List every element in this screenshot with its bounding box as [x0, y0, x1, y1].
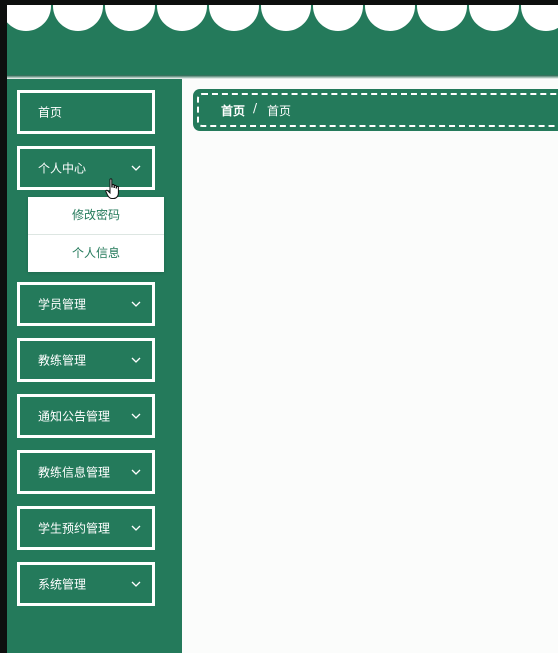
top-header — [7, 0, 558, 75]
sidebar-item-system[interactable]: 系统管理 — [17, 562, 155, 606]
chevron-down-icon — [131, 525, 141, 531]
submenu-personal-center: 修改密码 个人信息 — [28, 197, 164, 272]
sidebar-item-label: 首页 — [38, 105, 63, 120]
sidebar-item-home[interactable]: 首页 — [17, 90, 155, 134]
sidebar-item-label: 个人中心 — [38, 161, 87, 176]
header-scallop-decoration — [7, 0, 558, 31]
chevron-down-icon — [131, 581, 141, 587]
sidebar-item-coach-info[interactable]: 教练信息管理 — [17, 450, 155, 494]
breadcrumb-separator: / — [253, 101, 258, 115]
sidebar-item-label: 学员管理 — [38, 297, 87, 312]
submenu-item-change-password[interactable]: 修改密码 — [28, 197, 164, 234]
sidebar-item-label: 通知公告管理 — [38, 409, 111, 424]
chevron-down-icon — [131, 165, 141, 171]
window-left-edge — [0, 0, 7, 653]
sidebar-item-notices[interactable]: 通知公告管理 — [17, 394, 155, 438]
breadcrumb-dashed-border — [197, 93, 558, 127]
sidebar-item-label: 教练信息管理 — [38, 465, 111, 480]
sidebar-item-personal-center[interactable]: 个人中心 — [17, 146, 155, 190]
chevron-down-icon — [131, 357, 141, 363]
hand-pointer-icon — [105, 178, 119, 199]
sidebar-item-label: 学生预约管理 — [38, 521, 111, 536]
breadcrumb: 首页 / 首页 — [193, 89, 558, 131]
sidebar-item-reservations[interactable]: 学生预约管理 — [17, 506, 155, 550]
breadcrumb-home-link[interactable]: 首页 — [221, 102, 245, 119]
sidebar-item-coaches[interactable]: 教练管理 — [17, 338, 155, 382]
sidebar-item-label: 教练管理 — [38, 353, 87, 368]
sidebar-item-label: 系统管理 — [38, 577, 87, 592]
sidebar-item-students[interactable]: 学员管理 — [17, 282, 155, 326]
chevron-down-icon — [131, 469, 141, 475]
breadcrumb-current: 首页 — [267, 104, 292, 118]
chevron-down-icon — [131, 301, 141, 307]
submenu-item-personal-info[interactable]: 个人信息 — [28, 235, 164, 272]
main-content-area — [182, 140, 558, 653]
chevron-down-icon — [131, 413, 141, 419]
